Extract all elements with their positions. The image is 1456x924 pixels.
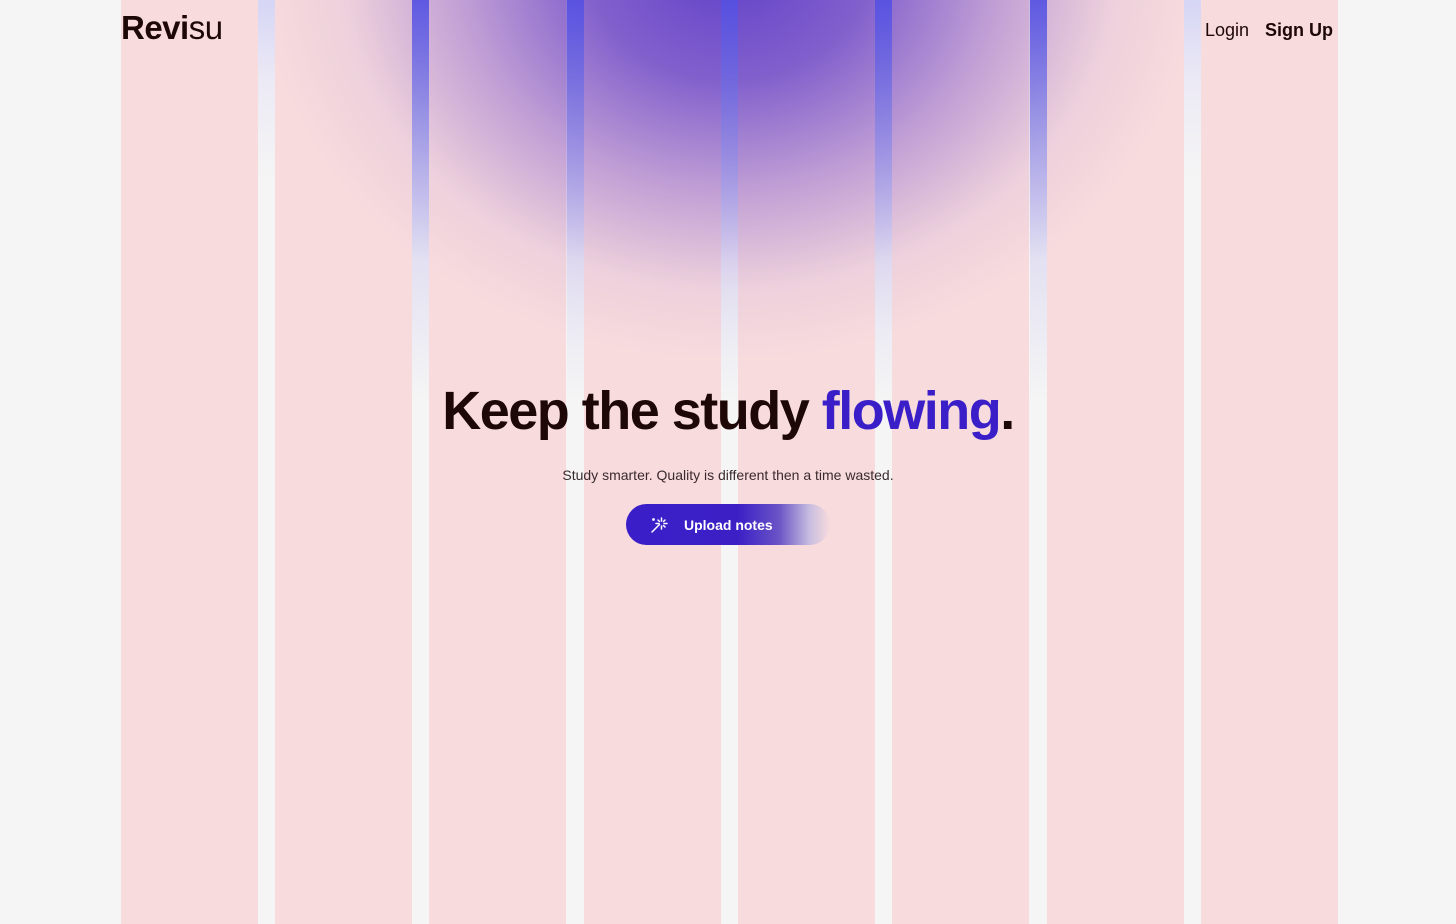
hero-subtitle: Study smarter. Quality is different then… xyxy=(562,467,894,483)
hero-headline: Keep the study flowing. xyxy=(0,378,1456,444)
login-link[interactable]: Login xyxy=(1205,20,1249,41)
magic-wand-icon xyxy=(650,516,668,534)
brand-name-light: su xyxy=(188,9,223,46)
brand-name-bold: Revi xyxy=(121,9,189,46)
landing-page: Revisu Login Sign Up Keep the study flow… xyxy=(0,0,1456,924)
headline-main-text: Keep the study xyxy=(442,381,822,441)
upload-notes-label: Upload notes xyxy=(684,516,773,533)
signup-link[interactable]: Sign Up xyxy=(1265,20,1333,41)
top-nav: Login Sign Up xyxy=(1205,20,1333,41)
hero-section: Keep the study flowing. Study smarter. Q… xyxy=(0,378,1456,545)
headline-accent-text: flowing xyxy=(821,381,1002,441)
brand-logo[interactable]: Revisu xyxy=(121,8,223,48)
upload-notes-button[interactable]: Upload notes xyxy=(626,504,830,545)
headline-period: . xyxy=(1000,381,1015,441)
